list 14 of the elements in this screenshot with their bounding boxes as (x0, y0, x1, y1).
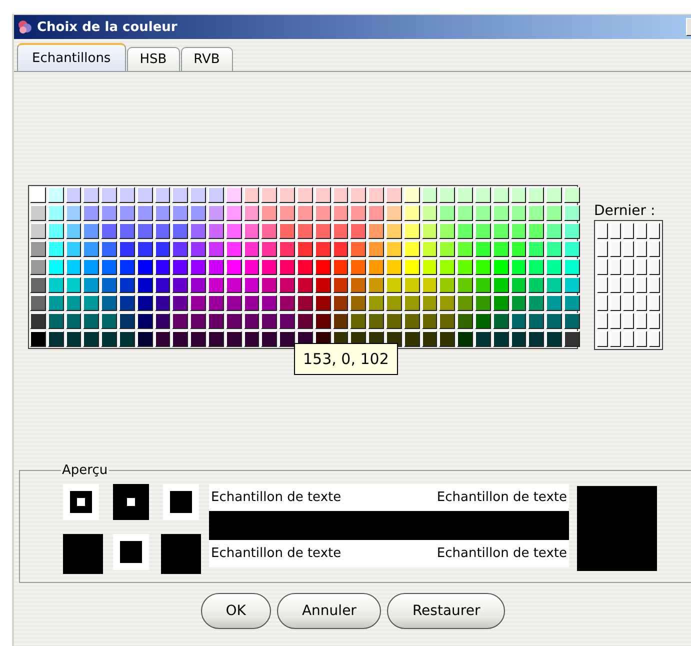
sample-text: Echantillon de texte (211, 546, 342, 561)
sample-text: Echantillon de texte (211, 490, 342, 505)
sample-text: Echantillon de texte (436, 546, 567, 561)
tooltip: 153, 0, 102 (294, 343, 398, 375)
tab[interactable]: Echantillons (17, 43, 126, 71)
window-title: Choix de la couleur (37, 20, 178, 34)
tab[interactable]: HSB (126, 47, 180, 71)
sample-text: Echantillon de texte (436, 490, 567, 505)
recent-label: Dernier : (594, 203, 656, 219)
dialog-button[interactable]: Annuler (276, 593, 382, 629)
dialog-button[interactable]: Restaurer (387, 593, 506, 629)
dialog-button[interactable]: OK (200, 593, 271, 629)
preview-legend: Aperçu (61, 463, 109, 478)
tab[interactable]: RVB (180, 47, 233, 71)
